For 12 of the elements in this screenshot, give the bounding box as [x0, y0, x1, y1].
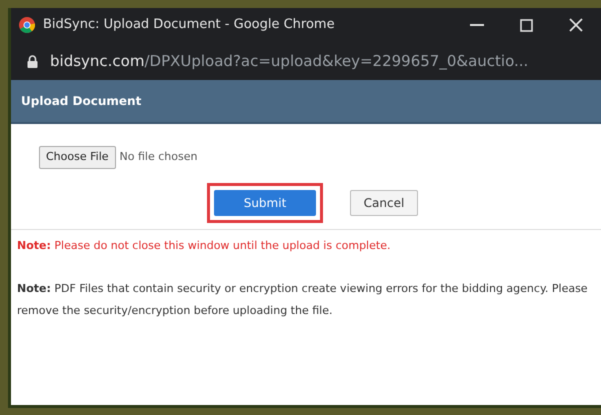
- lock-icon: [27, 54, 38, 68]
- file-status: No file chosen: [120, 149, 198, 165]
- choose-file-button[interactable]: Choose File: [39, 146, 116, 168]
- window-title: BidSync: Upload Document - Google Chrome: [43, 16, 335, 34]
- info-note: Note: PDF Files that contain security or encryption create viewing errors for the bidding agency. Please remove the security/encryption before uploading the file.: [17, 280, 589, 318]
- dialog-title: Upload Document: [21, 93, 142, 110]
- maximize-icon[interactable]: [520, 18, 533, 32]
- close-icon[interactable]: [569, 18, 583, 32]
- submit-button[interactable]: Submit: [214, 190, 316, 216]
- warning-note: Note: Please do not close this window until the upload is complete.: [17, 238, 392, 254]
- browser-logo-icon: [19, 17, 35, 33]
- cancel-button[interactable]: Cancel: [350, 190, 418, 216]
